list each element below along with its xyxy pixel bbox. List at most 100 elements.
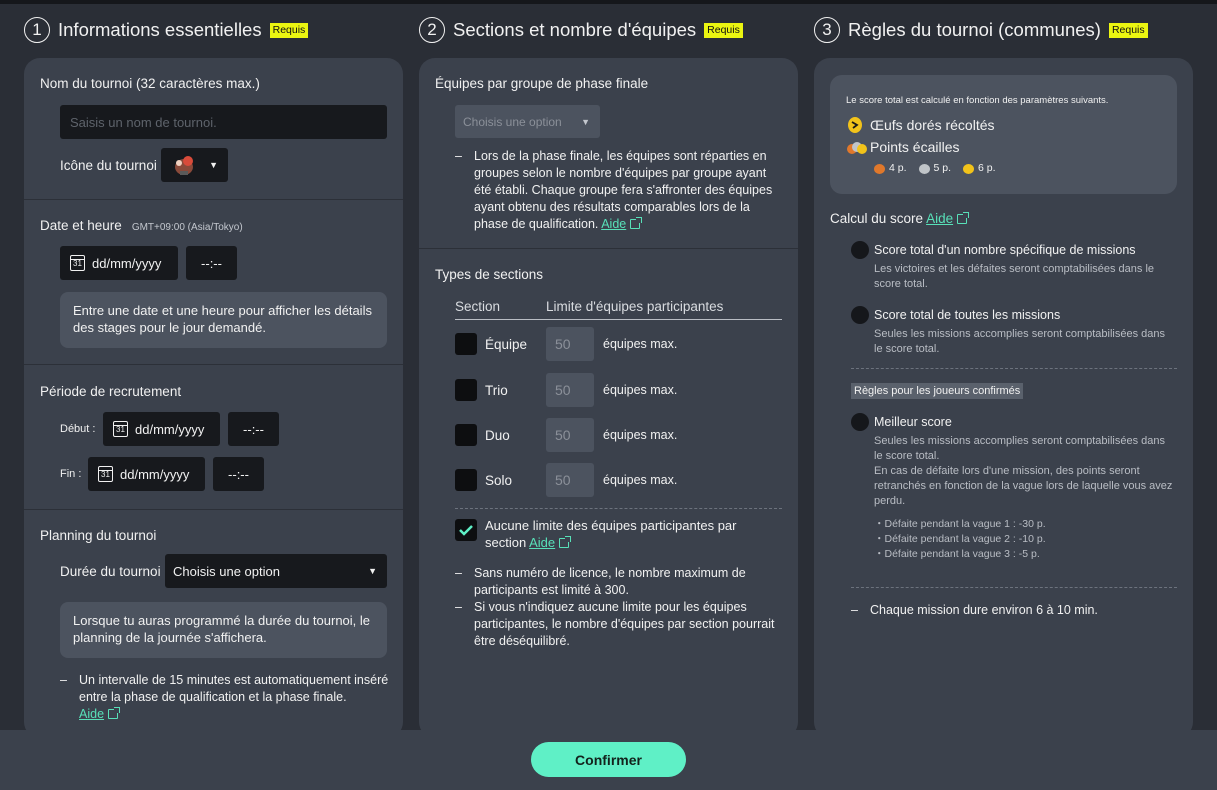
divider [455, 508, 782, 509]
date-label-text: Date et heure [40, 218, 122, 233]
dash: – [60, 673, 67, 687]
golden-egg-icon [848, 117, 862, 133]
rules-panel: Le score total est calculé en fonction d… [814, 58, 1193, 738]
tournament-icon-select[interactable]: ▼ [161, 148, 228, 182]
section-name: Duo [485, 428, 510, 443]
end-date-input[interactable]: 31 dd/mm/yyyy [88, 457, 205, 491]
limit-input[interactable]: 50 [546, 373, 594, 407]
group-note: – Lors de la phase finale, les équipes s… [455, 148, 786, 233]
date-label: Date et heure GMT+09:00 (Asia/Tokyo) [40, 218, 243, 233]
col3-header: 3 Règles du tournoi (communes) Requis [814, 14, 1148, 46]
opt3-title: Meilleur score [874, 415, 952, 429]
divider [851, 368, 1177, 369]
table-header-line [455, 319, 782, 320]
date-input[interactable]: 31 dd/mm/yyyy [60, 246, 178, 280]
license-note: – Sans numéro de licence, le nombre maxi… [455, 565, 786, 599]
external-link-icon [957, 212, 970, 224]
time-placeholder: --:-- [243, 421, 264, 437]
dash: – [851, 603, 858, 617]
section-checkbox[interactable] [455, 379, 477, 401]
help-link[interactable]: Aide [79, 707, 104, 721]
confirmed-tag: Règles pour les joueurs confirmés [851, 383, 1024, 399]
end-label: Fin : [60, 468, 82, 480]
section-checkbox[interactable] [455, 424, 477, 446]
col3-title: Règles du tournoi (communes) [848, 19, 1101, 40]
gold-value: 6 p. [978, 162, 996, 174]
group-label: Équipes par groupe de phase finale [435, 76, 649, 91]
wave-bullet: ・Défaite pendant la vague 3 : -5 p. [874, 548, 1040, 560]
opt3-desc: Seules les missions accomplies seront co… [874, 434, 1174, 562]
name-placeholder: Saisis un nom de tournoi. [70, 114, 217, 130]
opt1-desc: Les victoires et les défaites seront com… [874, 263, 1155, 290]
start-label: Début : [60, 423, 96, 435]
score-option-radio[interactable] [851, 306, 869, 324]
calc-label-text: Calcul du score [830, 211, 924, 226]
opt3-desc-2: En cas de défaite lors d'une mission, de… [874, 465, 1173, 507]
limit-input[interactable]: 50 [546, 327, 594, 361]
limit-unit: équipes max. [603, 337, 678, 351]
help-link[interactable]: Aide [601, 217, 626, 231]
duration-note: – Chaque mission dure environ 6 à 10 min… [851, 602, 1177, 619]
duration-select[interactable]: Choisis une option ▼ [165, 554, 387, 588]
help-link[interactable]: Aide [529, 535, 555, 550]
scales-label: Points écailles [870, 139, 960, 155]
imbalance-note-text: Si vous n'indiquez aucune limite pour le… [474, 600, 775, 648]
section-checkbox[interactable] [455, 333, 477, 355]
eggs-row: Œufs dorés récoltés [846, 116, 1161, 134]
step-number: 3 [814, 17, 840, 43]
th-section: Section [455, 299, 501, 314]
limit-input[interactable]: 50 [546, 463, 594, 497]
section-name: Équipe [485, 337, 528, 352]
confirm-button[interactable]: Confirmer [531, 742, 686, 777]
silver-value: 5 p. [933, 162, 952, 174]
interval-note-text: Un intervalle de 15 minutes est automati… [79, 673, 389, 704]
wave-bullet: ・Défaite pendant la vague 2 : -10 p. [874, 533, 1046, 545]
col2-title: Sections et nombre d'équipes [453, 19, 697, 40]
external-link-icon [108, 707, 121, 719]
recruitment-section: Période de recrutement Début : 31 dd/mm/y… [24, 364, 403, 509]
silver-scale-icon [918, 163, 930, 174]
bronze-value: 4 p. [889, 162, 907, 174]
recruit-label: Période de recrutement [40, 384, 182, 399]
scale-values: 4 p. 5 p. 6 p. [874, 160, 1161, 177]
section-checkbox[interactable] [455, 469, 477, 491]
score-option-radio[interactable] [851, 241, 869, 259]
step-number: 2 [419, 17, 445, 43]
time-placeholder: --:-- [201, 255, 222, 271]
score-info: Le score total est calculé en fonction d… [830, 75, 1177, 194]
external-link-icon [559, 536, 572, 548]
limit-unit: équipes max. [603, 383, 678, 397]
help-link[interactable]: Aide [926, 211, 953, 226]
col1-title: Informations essentielles [58, 19, 262, 40]
col2-header: 2 Sections et nombre d'équipes Requis [419, 14, 743, 46]
required-badge: Requis [269, 22, 309, 38]
scales-icon [847, 141, 867, 154]
score-info-text: Le score total est calculé en fonction d… [846, 95, 1109, 106]
calendar-icon: 31 [70, 255, 85, 271]
types-label: Types de sections [435, 267, 544, 282]
th-limit: Limite d'équipes participantes [546, 299, 724, 314]
required-badge: Requis [704, 22, 743, 38]
timezone: GMT+09:00 (Asia/Tokyo) [131, 222, 243, 233]
group-select[interactable]: Choisis une option ▼ [455, 105, 600, 138]
planning-section: Planning du tournoi Durée du tournoi Cho… [24, 509, 403, 738]
time-input[interactable]: --:-- [186, 246, 237, 280]
end-time-input[interactable]: --:-- [213, 457, 264, 491]
score-option-radio[interactable] [851, 413, 869, 431]
limit-input[interactable]: 50 [546, 418, 594, 452]
dash: – [455, 566, 462, 580]
date-placeholder: dd/mm/yyyy [135, 421, 205, 437]
dash: – [455, 600, 462, 614]
tournament-name-input[interactable]: Saisis un nom de tournoi. [60, 105, 387, 139]
nolimit-label: Aucune limite des équipes participantes … [485, 517, 775, 551]
section-name: Solo [485, 473, 513, 488]
top-bar [0, 0, 1217, 4]
section-types: Types de sections Section Limite d'équip… [419, 248, 798, 738]
bronze-scale-icon [874, 163, 885, 174]
salmon-icon [175, 156, 193, 175]
check-icon [459, 525, 473, 536]
opt2-desc: Seules les missions accomplies seront co… [874, 328, 1166, 355]
start-time-input[interactable]: --:-- [228, 412, 279, 446]
nolimit-checkbox[interactable] [455, 519, 477, 541]
start-date-input[interactable]: 31 dd/mm/yyyy [103, 412, 220, 446]
